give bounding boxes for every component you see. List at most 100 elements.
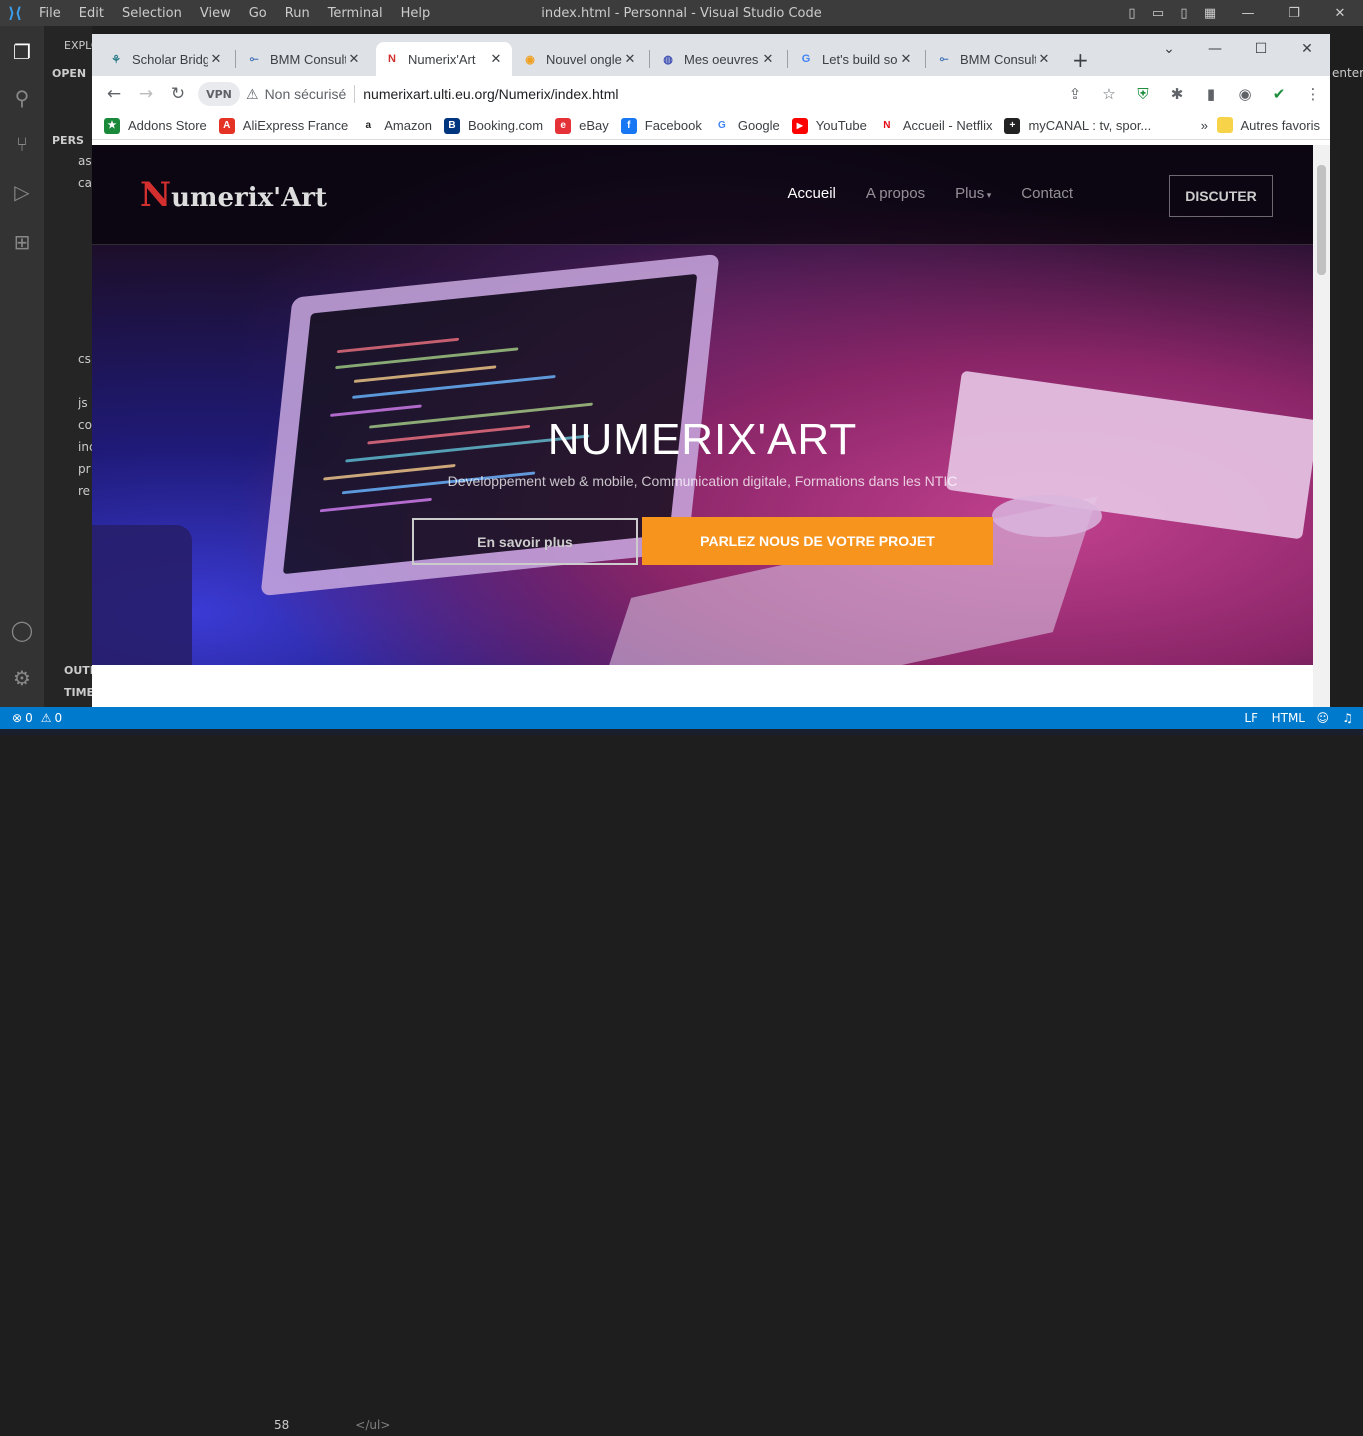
- menu-run[interactable]: Run: [276, 6, 319, 21]
- eol-indicator[interactable]: LF: [1244, 711, 1258, 725]
- tab-numerix-art[interactable]: N Numerix'Art ✕: [376, 42, 512, 76]
- chrome-menu-icon[interactable]: ⋮: [1296, 85, 1330, 103]
- website-hero: Numerix'Art Accueil A propos Plus ▾ Cont…: [92, 145, 1313, 665]
- aliexpress-icon: A: [218, 117, 235, 134]
- code-snippet: </ul>: [355, 1418, 391, 1432]
- search-icon[interactable]: ⚲: [0, 78, 44, 118]
- toggle-sidebar-icon[interactable]: ▯: [1119, 6, 1145, 21]
- address-url[interactable]: numerixart.ulti.eu.org/Numerix/index.htm…: [363, 86, 618, 102]
- tab-title: Mes oeuvres: [684, 51, 759, 67]
- nav-plus[interactable]: Plus ▾: [955, 185, 991, 202]
- bookmark-netflix[interactable]: N Accueil - Netflix: [878, 117, 992, 134]
- new-tab-plus-icon[interactable]: +: [1072, 48, 1089, 72]
- tab-lets-build[interactable]: G Let's build so ✕: [790, 42, 922, 76]
- menu-view[interactable]: View: [191, 6, 240, 21]
- tab-bmm-consult[interactable]: ⟜ BMM Consult ✕: [238, 42, 370, 76]
- bookmark-booking[interactable]: B Booking.com: [443, 117, 543, 134]
- bookmark-google[interactable]: G Google: [713, 117, 780, 134]
- customize-layout-icon[interactable]: ▦: [1197, 6, 1223, 21]
- menu-go[interactable]: Go: [240, 6, 276, 21]
- feedback-icon[interactable]: ☺: [1316, 711, 1329, 725]
- bookmark-label: Facebook: [644, 118, 702, 133]
- vpn-badge-icon[interactable]: VPN: [198, 82, 240, 106]
- youtube-icon: ▶: [791, 117, 808, 134]
- other-bookmarks[interactable]: Autres favoris: [1216, 117, 1320, 133]
- vscode-logo-icon: ⟩⟨: [8, 4, 22, 22]
- vscode-minimize-icon[interactable]: —: [1225, 6, 1271, 21]
- toggle-panel-icon[interactable]: ▭: [1145, 6, 1171, 21]
- amazon-icon: a: [360, 117, 377, 134]
- reload-icon[interactable]: ↻: [162, 84, 194, 104]
- nav-a-propos[interactable]: A propos: [866, 185, 925, 202]
- bookmark-facebook[interactable]: f Facebook: [620, 117, 702, 134]
- adblock-shield-icon[interactable]: ✔: [1262, 85, 1296, 103]
- tab-search-chevron-icon[interactable]: ⌄: [1146, 41, 1192, 57]
- parlez-projet-button[interactable]: PARLEZ NOUS DE VOTRE PROJET: [642, 517, 993, 565]
- menu-terminal[interactable]: Terminal: [319, 6, 392, 21]
- bookmark-amazon[interactable]: a Amazon: [360, 117, 432, 134]
- profile-avatar-icon[interactable]: ◉: [1228, 85, 1262, 103]
- addons-store-icon: ★: [104, 117, 120, 134]
- bookmark-addons-store[interactable]: ★ Addons Store: [104, 117, 207, 134]
- hero-title: NUMERIX'ART: [547, 415, 858, 464]
- warning-triangle-icon[interactable]: ⚠: [246, 86, 259, 103]
- bookmark-star-icon[interactable]: ☆: [1092, 85, 1126, 103]
- chrome-maximize-icon[interactable]: ☐: [1238, 41, 1284, 57]
- close-tab-icon[interactable]: ✕: [346, 51, 362, 67]
- warnings-icon[interactable]: ⚠: [41, 711, 52, 725]
- chrome-close-icon[interactable]: ✕: [1284, 41, 1330, 57]
- language-mode[interactable]: HTML: [1272, 711, 1305, 725]
- menu-file[interactable]: File: [30, 6, 70, 21]
- notifications-bell-icon[interactable]: ♫: [1342, 711, 1353, 725]
- close-tab-icon[interactable]: ✕: [488, 51, 504, 67]
- vscode-close-icon[interactable]: ✕: [1317, 6, 1363, 21]
- editor-fragment-text: enter: [1332, 66, 1363, 80]
- close-tab-icon[interactable]: ✕: [1036, 51, 1052, 67]
- share-icon[interactable]: ⇪: [1058, 85, 1092, 103]
- discuter-button[interactable]: DISCUTER: [1169, 175, 1273, 217]
- extensions-puzzle-icon[interactable]: ✱: [1160, 85, 1194, 103]
- tab-mes-oeuvres[interactable]: ◍ Mes oeuvres ✕: [652, 42, 784, 76]
- close-tab-icon[interactable]: ✕: [622, 51, 638, 67]
- side-panel-icon[interactable]: ▮: [1194, 85, 1228, 103]
- bookmark-youtube[interactable]: ▶ YouTube: [791, 117, 867, 134]
- source-control-icon[interactable]: ⑂: [0, 124, 44, 164]
- close-tab-icon[interactable]: ✕: [208, 51, 224, 67]
- security-status[interactable]: Non sécurisé: [265, 86, 347, 102]
- vpn-shield-icon[interactable]: ⛨: [1126, 85, 1160, 103]
- menu-help[interactable]: Help: [392, 6, 440, 21]
- menu-edit[interactable]: Edit: [70, 6, 113, 21]
- page-scrollbar[interactable]: [1313, 145, 1330, 707]
- explorer-icon[interactable]: ❐: [0, 32, 44, 72]
- chrome-minimize-icon[interactable]: —: [1192, 41, 1238, 57]
- back-arrow-icon[interactable]: ←: [98, 84, 130, 104]
- accounts-icon[interactable]: ◯: [0, 610, 44, 650]
- vscode-restore-icon[interactable]: ❐: [1271, 6, 1317, 21]
- bookmark-mycanal[interactable]: + myCANAL : tv, spor...: [1004, 117, 1151, 134]
- toggle-secondary-icon[interactable]: ▯: [1171, 6, 1197, 21]
- bookmark-label: YouTube: [815, 118, 867, 133]
- tab-bmm-consult-2[interactable]: ⟜ BMM Consult ✕: [928, 42, 1060, 76]
- nav-contact[interactable]: Contact: [1021, 185, 1073, 202]
- extensions-icon[interactable]: ⊞: [0, 222, 44, 262]
- manage-gear-icon[interactable]: ⚙: [0, 658, 44, 698]
- bookmark-ebay[interactable]: e eBay: [555, 117, 609, 134]
- site-logo[interactable]: Numerix'Art: [140, 175, 327, 215]
- omnibox[interactable]: ⚠ Non sécurisé numerixart.ulti.eu.org/Nu…: [246, 85, 618, 103]
- run-debug-icon[interactable]: ▷: [0, 172, 44, 212]
- close-tab-icon[interactable]: ✕: [760, 51, 776, 67]
- errors-icon[interactable]: ⊗: [12, 711, 22, 725]
- tab-new-tab[interactable]: ◉ Nouvel onglet ✕: [514, 42, 646, 76]
- en-savoir-plus-button[interactable]: En savoir plus: [412, 518, 638, 565]
- bookmark-aliexpress[interactable]: A AliExpress France: [218, 117, 348, 134]
- page-below-fold: [92, 665, 1313, 707]
- error-count[interactable]: 0: [25, 711, 33, 725]
- forward-arrow-icon[interactable]: →: [130, 84, 162, 104]
- tab-scholar-bridge[interactable]: ⚘ Scholar Bridge ✕: [100, 42, 232, 76]
- warning-count[interactable]: 0: [54, 711, 62, 725]
- menu-selection[interactable]: Selection: [113, 6, 191, 21]
- scrollbar-thumb[interactable]: [1317, 165, 1326, 275]
- close-tab-icon[interactable]: ✕: [898, 51, 914, 67]
- more-bookmarks-chevron-icon[interactable]: »: [1201, 118, 1208, 133]
- nav-accueil[interactable]: Accueil: [788, 185, 836, 202]
